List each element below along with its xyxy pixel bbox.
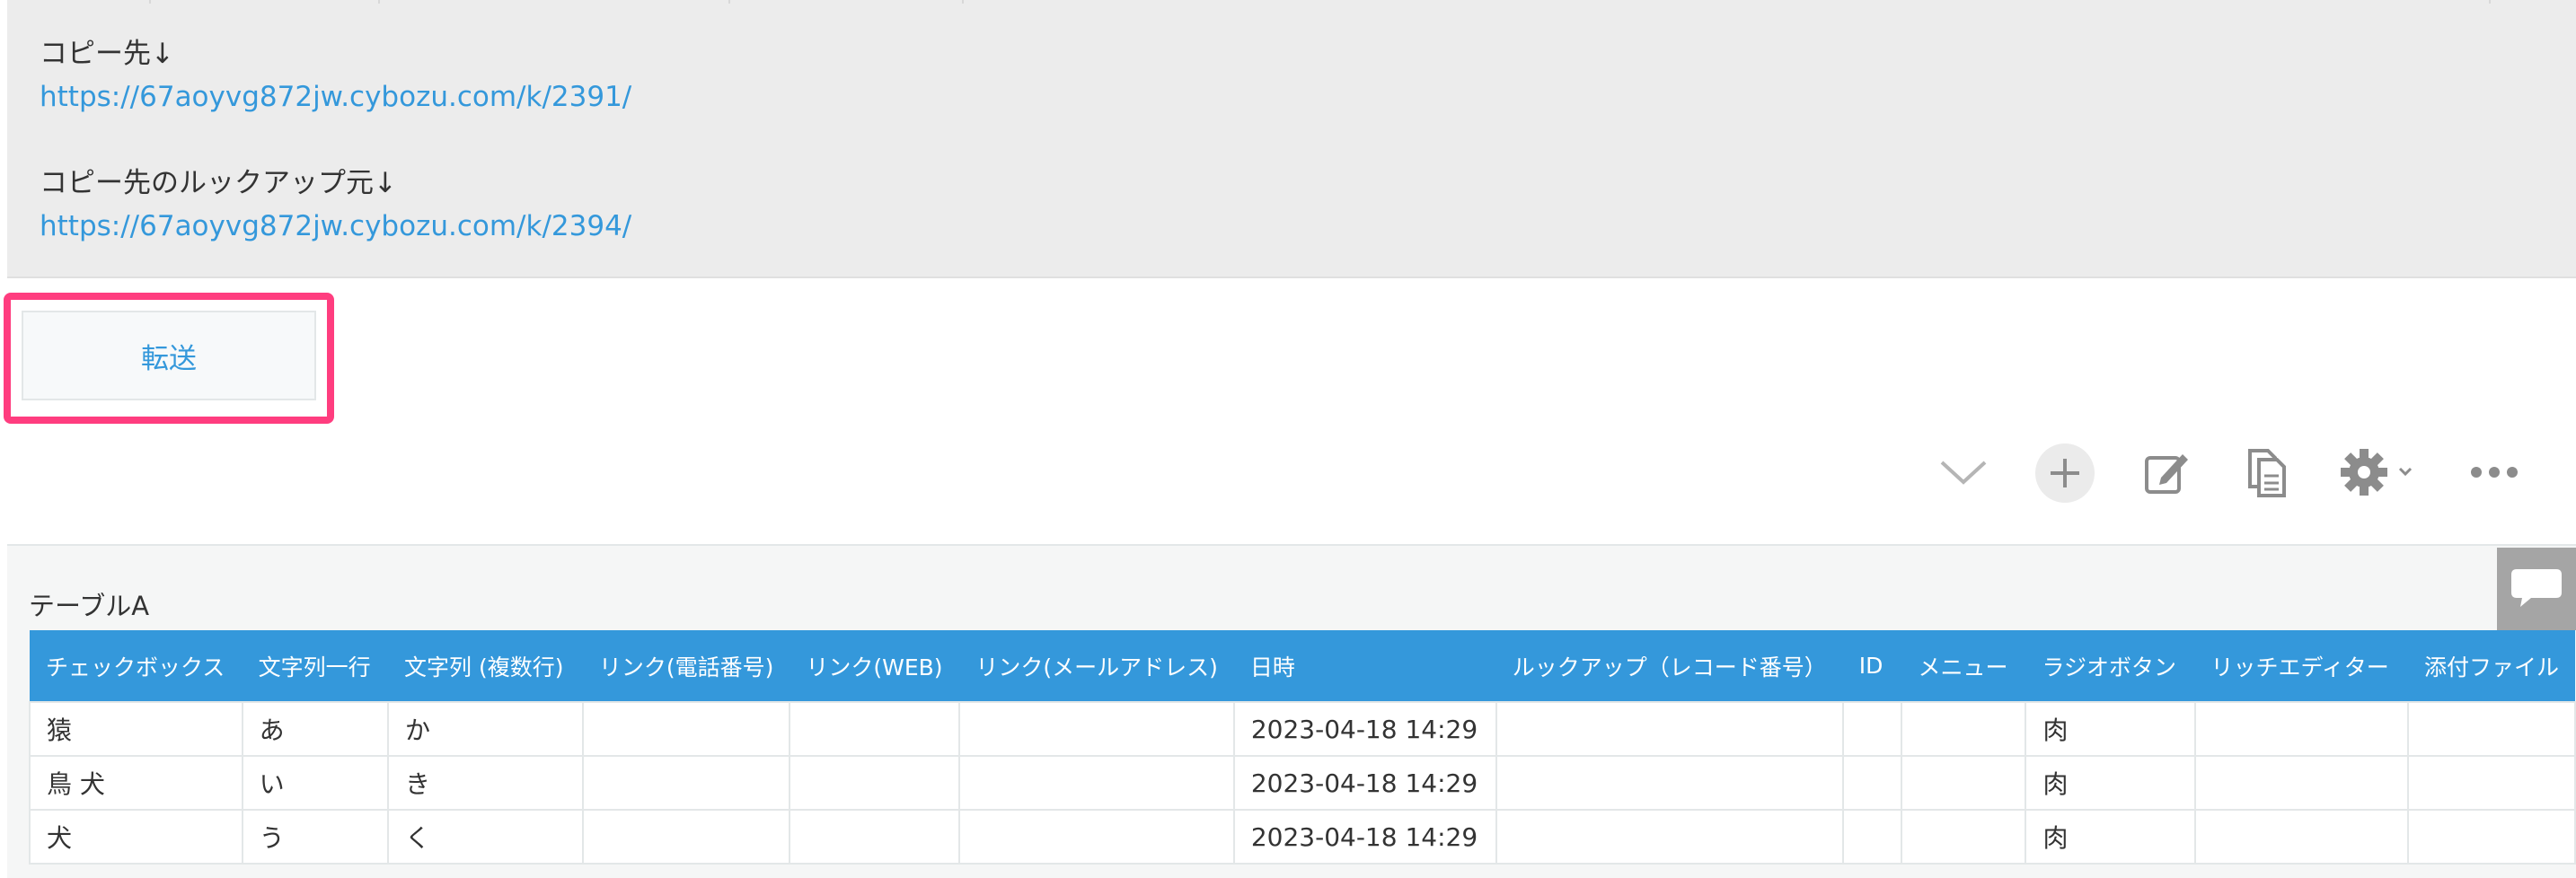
column-header: 添付ファイル bbox=[2407, 630, 2575, 702]
table-cell bbox=[2193, 809, 2409, 865]
table-cell: 2023-04-18 14:29 bbox=[1232, 701, 1497, 757]
column-header: リッチエディター bbox=[2194, 630, 2408, 702]
table-title: テーブルA bbox=[29, 591, 150, 621]
table-cell bbox=[1901, 701, 2027, 757]
table-cell: 肉 bbox=[2025, 755, 2196, 811]
subtable: チェックボックス 文字列一行 文字列 (複数行) リンク(電話番号) リンク(W… bbox=[29, 630, 2576, 865]
table-cell: 2023-04-18 14:29 bbox=[1232, 755, 1497, 811]
table-row: 猿 あ か 2023-04-18 14:29 肉 bbox=[29, 701, 2576, 757]
table-cell: 肉 bbox=[2025, 701, 2196, 757]
lookup-source-link[interactable]: https://67aoyvg872jw.cybozu.com/k/2394/ bbox=[40, 208, 631, 244]
column-header: 文字列一行 bbox=[242, 630, 389, 702]
table-cell bbox=[1841, 755, 1903, 811]
column-header: ルックアップ（レコード番号） bbox=[1495, 630, 1843, 702]
comment-tab[interactable] bbox=[2497, 548, 2576, 630]
table-cell bbox=[2193, 701, 2409, 757]
duplicate-icon[interactable] bbox=[2242, 443, 2292, 501]
table-cell bbox=[1495, 701, 1844, 757]
table-cell bbox=[958, 755, 1235, 811]
lookup-source-label: コピー先のルックアップ元↓ bbox=[40, 167, 397, 199]
table-cell bbox=[789, 701, 961, 757]
table-cell bbox=[1841, 701, 1903, 757]
table-cell bbox=[581, 755, 791, 811]
edit-icon[interactable] bbox=[2139, 443, 2193, 501]
table-header-row: チェックボックス 文字列一行 文字列 (複数行) リンク(電話番号) リンク(W… bbox=[30, 630, 2575, 702]
table-cell bbox=[789, 809, 961, 865]
table-cell: 鳥 犬 bbox=[29, 755, 243, 811]
chevron-down-icon[interactable] bbox=[1936, 440, 1990, 505]
table-cell bbox=[2406, 809, 2576, 865]
previous-row-edge bbox=[7, 0, 2576, 4]
table-cell bbox=[1841, 809, 1903, 865]
table-row: 犬 う く 2023-04-18 14:29 肉 bbox=[29, 809, 2576, 865]
table-cell: 犬 bbox=[29, 809, 243, 865]
table-cell bbox=[1901, 809, 2027, 865]
column-header: ID bbox=[1842, 630, 1902, 702]
copy-destination-label: コピー先↓ bbox=[40, 38, 174, 70]
more-icon[interactable] bbox=[2466, 443, 2522, 501]
table-cell: き bbox=[387, 755, 584, 811]
copy-destination-link[interactable]: https://67aoyvg872jw.cybozu.com/k/2391/ bbox=[40, 79, 631, 115]
table-cell bbox=[958, 809, 1235, 865]
table-cell bbox=[1901, 755, 2027, 811]
notes-panel: コピー先↓ https://67aoyvg872jw.cybozu.com/k/… bbox=[7, 0, 2576, 278]
transfer-button[interactable]: 転送 bbox=[22, 311, 316, 400]
table-section: テーブルA チェックボックス 文字列一行 文字列 (複数行) リンク(電話番号)… bbox=[7, 544, 2576, 878]
column-header: ラジオボタン bbox=[2025, 630, 2195, 702]
table-cell bbox=[2193, 755, 2409, 811]
table-cell: か bbox=[387, 701, 584, 757]
table-cell: く bbox=[387, 809, 584, 865]
column-header: 日時 bbox=[1233, 630, 1496, 702]
table-cell bbox=[581, 809, 791, 865]
add-icon[interactable] bbox=[2035, 443, 2095, 503]
settings-icon[interactable] bbox=[2339, 443, 2420, 501]
table-cell: 猿 bbox=[29, 701, 243, 757]
table-cell bbox=[789, 755, 961, 811]
column-header: リンク(WEB) bbox=[790, 630, 960, 702]
table-cell bbox=[2406, 701, 2576, 757]
table-cell bbox=[581, 701, 791, 757]
table-cell bbox=[1495, 809, 1844, 865]
column-header: 文字列 (複数行) bbox=[388, 630, 583, 702]
table-cell: 2023-04-18 14:29 bbox=[1232, 809, 1497, 865]
table-row: 鳥 犬 い き 2023-04-18 14:29 肉 bbox=[29, 755, 2576, 811]
column-header: メニュー bbox=[1901, 630, 2026, 702]
table-cell bbox=[2406, 755, 2576, 811]
column-header: リンク(メールアドレス) bbox=[959, 630, 1234, 702]
table-cell: 肉 bbox=[2025, 809, 2196, 865]
table-cell bbox=[958, 701, 1235, 757]
table-cell: あ bbox=[241, 701, 390, 757]
table-cell bbox=[1495, 755, 1844, 811]
column-header: リンク(電話番号) bbox=[582, 630, 790, 702]
table-cell: う bbox=[241, 809, 390, 865]
column-header: チェックボックス bbox=[30, 630, 243, 702]
table-cell: い bbox=[241, 755, 390, 811]
comment-icon bbox=[2510, 566, 2563, 612]
